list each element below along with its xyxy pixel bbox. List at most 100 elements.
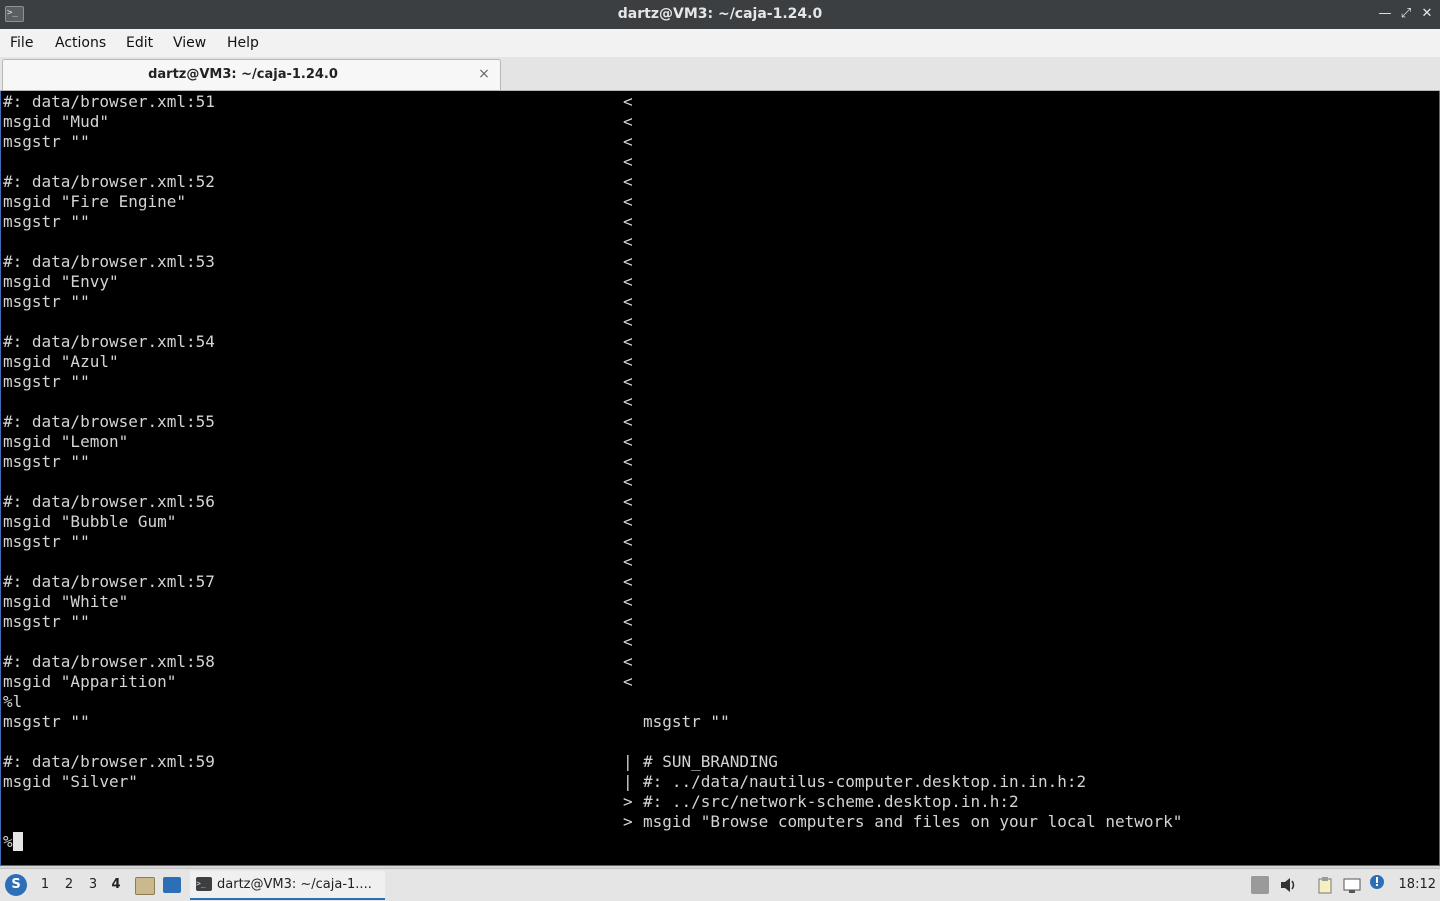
workspace-4[interactable]: 4 [109, 869, 123, 901]
terminal-line: < [3, 632, 1423, 652]
tab-close-icon[interactable]: × [476, 66, 492, 82]
terminal-tab[interactable]: dartz@VM3: ~/caja-1.24.0 × [2, 59, 501, 90]
menu-file[interactable]: File [10, 29, 33, 57]
minimize-button[interactable]: — [1377, 6, 1393, 22]
diff-marker: < [623, 452, 633, 471]
terminal-line-left: #: data/browser.xml:56 [3, 492, 215, 511]
diff-marker: < [623, 152, 633, 171]
diff-marker: < [623, 592, 633, 611]
terminal-line-right: msgstr "" [643, 712, 730, 731]
diff-marker: < [623, 472, 633, 491]
terminal-line-left: msgstr "" [3, 712, 90, 731]
terminal-line: msgstr "" msgstr "" [3, 712, 1423, 732]
diff-marker: < [623, 672, 633, 691]
eject-icon[interactable] [1251, 876, 1269, 894]
diff-marker: < [623, 632, 633, 651]
terminal-line-left: #: data/browser.xml:55 [3, 412, 215, 431]
workspace-1[interactable]: 1 [38, 869, 52, 901]
network-icon[interactable] [1343, 876, 1361, 894]
terminal-icon: >_ [196, 877, 212, 891]
file-manager-icon[interactable] [135, 877, 155, 895]
diff-marker: < [623, 192, 633, 211]
tab-strip: dartz@VM3: ~/caja-1.24.0 × [0, 57, 1440, 91]
terminal-line-left: msgid "Mud" [3, 112, 109, 131]
diff-marker: | [623, 752, 633, 771]
terminal-line: msgstr "" < [3, 372, 1423, 392]
window-titlebar[interactable]: >_ dartz@VM3: ~/caja-1.24.0 — ⤢ ✕ [0, 0, 1440, 30]
diff-marker: < [623, 292, 633, 311]
terminal-line: msgstr "" < [3, 532, 1423, 552]
terminal-line: msgid "White" < [3, 592, 1423, 612]
terminal-output[interactable]: #: data/browser.xml:51 < msgid "Mud" < msgst… [0, 91, 1440, 866]
terminal-line: %l [3, 692, 1423, 712]
taskbar: S 1 2 3 4 >_ dartz@VM3: ~/caja-1.... 18:… [0, 868, 1440, 901]
terminal-line: msgid "Apparition" < [3, 672, 1423, 692]
terminal-line-left: msgid "Silver" [3, 772, 138, 791]
terminal-line-left: #: data/browser.xml:52 [3, 172, 215, 191]
terminal-line-right: #: ../src/network-scheme.desktop.in.h:2 [643, 792, 1019, 811]
terminal-line-left: msgid "Envy" [3, 272, 119, 291]
diff-marker: < [623, 612, 633, 631]
terminal-line: #: data/browser.xml:55 < [3, 412, 1423, 432]
volume-icon[interactable] [1279, 876, 1297, 894]
terminal-line-right: # SUN_BRANDING [643, 752, 778, 771]
terminal-line-left: #: data/browser.xml:59 [3, 752, 215, 771]
diff-marker: < [623, 492, 633, 511]
workspace-2[interactable]: 2 [62, 869, 76, 901]
start-menu-icon[interactable]: S [5, 874, 27, 896]
text-cursor [13, 832, 23, 851]
window-title: dartz@VM3: ~/caja-1.24.0 [617, 6, 823, 22]
taskbar-window-button[interactable]: >_ dartz@VM3: ~/caja-1.... [190, 871, 385, 900]
diff-marker: < [623, 512, 633, 531]
workspace-3[interactable]: 3 [86, 869, 100, 901]
diff-marker: < [623, 272, 633, 291]
diff-marker: > [623, 792, 633, 811]
terminal-line-left: msgstr "" [3, 612, 90, 631]
terminal-line: #: data/browser.xml:54 < [3, 332, 1423, 352]
diff-marker: < [623, 392, 633, 411]
diff-marker: < [623, 92, 633, 111]
terminal-line-left: msgid "Apparition" [3, 672, 177, 691]
menu-bar: File Actions Edit View Help [0, 29, 1440, 57]
diff-marker: < [623, 372, 633, 391]
menu-edit[interactable]: Edit [126, 29, 153, 57]
menu-view[interactable]: View [173, 29, 206, 57]
terminal-line-left: msgstr "" [3, 292, 90, 311]
terminal-line: msgid "Mud" < [3, 112, 1423, 132]
terminal-line: #: data/browser.xml:56 < [3, 492, 1423, 512]
notification-icon[interactable] [1369, 874, 1387, 892]
close-button[interactable]: ✕ [1419, 6, 1435, 22]
terminal-line: msgstr "" < [3, 292, 1423, 312]
terminal-line-left: msgid "White" [3, 592, 129, 611]
terminal-line-left: msgstr "" [3, 372, 90, 391]
terminal-line-left: #: data/browser.xml:58 [3, 652, 215, 671]
show-desktop-icon[interactable] [163, 877, 181, 893]
terminal-line-left: #: data/browser.xml:53 [3, 252, 215, 271]
terminal-line-right: #: ../data/nautilus-computer.desktop.in.… [643, 772, 1087, 791]
diff-marker: < [623, 532, 633, 551]
terminal-line-left: #: data/browser.xml:57 [3, 572, 215, 591]
terminal-line: #: data/browser.xml:53 < [3, 252, 1423, 272]
diff-marker: < [623, 132, 633, 151]
clipboard-icon[interactable] [1316, 876, 1334, 894]
terminal-line: > msgid "Browse computers and files on yo… [3, 812, 1423, 832]
diff-marker: < [623, 232, 633, 251]
terminal-line-left: #: data/browser.xml:51 [3, 92, 215, 111]
diff-marker: < [623, 652, 633, 671]
terminal-line-left: msgstr "" [3, 452, 90, 471]
diff-marker: < [623, 552, 633, 571]
terminal-line-left: msgid "Lemon" [3, 432, 129, 451]
terminal-line: msgstr "" < [3, 132, 1423, 152]
diff-marker: < [623, 112, 633, 131]
diff-marker: < [623, 432, 633, 451]
diff-marker: < [623, 352, 633, 371]
terminal-line: msgid "Bubble Gum" < [3, 512, 1423, 532]
maximize-button[interactable]: ⤢ [1398, 6, 1414, 22]
menu-help[interactable]: Help [227, 29, 259, 57]
terminal-line-left: #: data/browser.xml:54 [3, 332, 215, 351]
terminal-line: msgid "Silver" | #: ../data/nautilus-compu… [3, 772, 1423, 792]
shell-prompt: % [3, 832, 13, 851]
diff-marker: < [623, 332, 633, 351]
menu-actions[interactable]: Actions [55, 29, 106, 57]
